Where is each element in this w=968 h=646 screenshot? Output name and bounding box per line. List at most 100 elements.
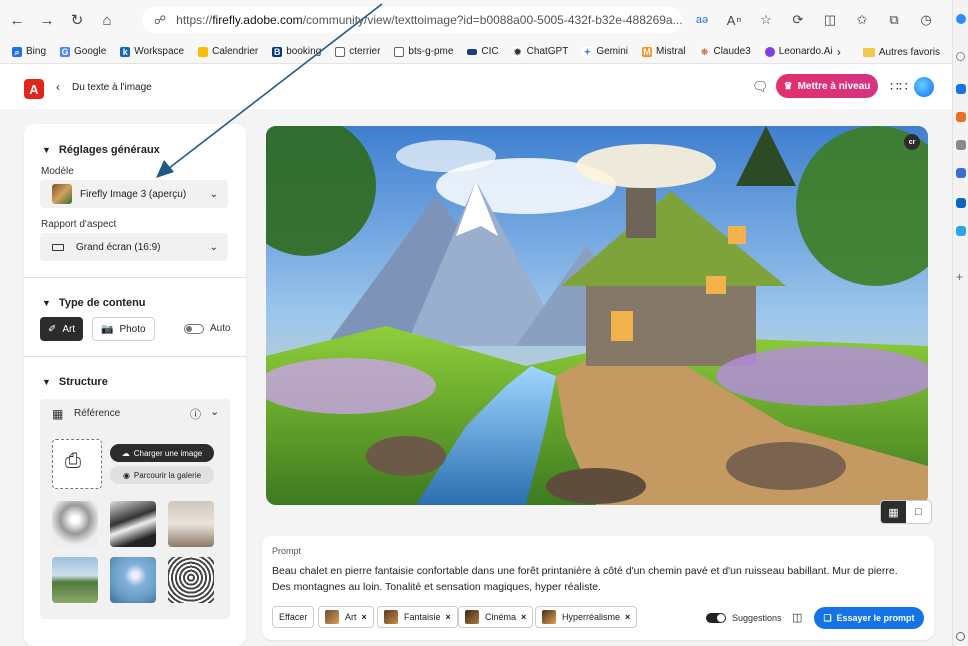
- adobe-logo-icon[interactable]: A: [24, 79, 44, 99]
- url-path: /community/view/texttoimage?id=b0088a00-…: [302, 13, 682, 27]
- bookmark-item[interactable]: ✦ Gemini: [582, 46, 628, 57]
- grid-view-icon[interactable]: ▦: [881, 501, 906, 523]
- apps-grid-icon[interactable]: ∷∷: [890, 78, 908, 95]
- address-bar[interactable]: ☍ https://firefly.adobe.com/community/vi…: [142, 7, 682, 33]
- suggestions-settings-icon[interactable]: ◫: [792, 611, 802, 624]
- auto-label: Auto: [210, 323, 231, 334]
- bookmark-item[interactable]: Calendrier: [198, 46, 258, 57]
- google-icon: G: [60, 46, 71, 57]
- crown-icon: ♛: [783, 80, 793, 92]
- model-select[interactable]: Firefly Image 3 (aperçu) ⌄: [40, 180, 228, 208]
- structure-header[interactable]: ▼ Structure: [42, 376, 108, 388]
- bookmark-item[interactable]: ❋ Claude3: [699, 46, 751, 57]
- suggestions-toggle[interactable]: [706, 613, 726, 623]
- close-icon[interactable]: ×: [362, 612, 367, 622]
- settings-icon[interactable]: [956, 632, 965, 641]
- drop-icon[interactable]: [956, 226, 966, 236]
- tag-thumbnail: [542, 610, 556, 624]
- other-bookmarks[interactable]: Autres favoris: [879, 47, 940, 58]
- upload-image-icon: ⎙: [65, 450, 81, 472]
- content-credentials-badge[interactable]: cr: [904, 134, 920, 150]
- calendar-icon: [198, 46, 209, 57]
- close-icon[interactable]: ×: [521, 612, 526, 622]
- favorite-star-icon[interactable]: ☆: [754, 9, 778, 31]
- photo-button[interactable]: 📷 Photo: [92, 317, 155, 341]
- bookmark-item[interactable]: CIC: [467, 46, 499, 57]
- text-size-icon[interactable]: A ⁿ: [722, 9, 746, 31]
- home-icon[interactable]: ⌂: [96, 9, 118, 31]
- search-sidebar-icon[interactable]: [956, 52, 965, 61]
- tag-chip[interactable]: Fantaisie ×: [377, 606, 458, 628]
- discover-icon[interactable]: [956, 84, 966, 94]
- clear-button[interactable]: Effacer: [272, 606, 315, 628]
- read-aloud-icon[interactable]: aə: [690, 9, 714, 31]
- url-domain: firefly.adobe.com: [212, 13, 303, 27]
- k-icon: k: [120, 46, 131, 57]
- bookmark-item[interactable]: G Google: [60, 46, 106, 57]
- single-view-icon[interactable]: □: [906, 501, 931, 523]
- upload-image-button[interactable]: ☁ Charger une image: [110, 444, 214, 462]
- bookmark-item[interactable]: ✹ ChatGPT: [512, 46, 568, 57]
- outlook-icon[interactable]: [956, 198, 966, 208]
- tag-chip[interactable]: Hyperréalisme ×: [535, 606, 638, 628]
- cloud-upload-icon: ☁: [121, 448, 130, 458]
- feedback-icon[interactable]: 🗨: [752, 79, 769, 95]
- aspect-select[interactable]: Grand écran (16:9) ⌄: [40, 233, 228, 261]
- refresh-icon[interactable]: ↻: [66, 9, 88, 31]
- chevron-right-icon[interactable]: ›: [837, 45, 841, 59]
- close-icon[interactable]: ×: [625, 612, 630, 622]
- prompt-label: Prompt: [272, 546, 302, 556]
- reference-thumbnail[interactable]: [110, 557, 156, 603]
- reference-thumbnail[interactable]: [168, 557, 214, 603]
- aspect-label: Rapport d'aspect: [41, 219, 117, 230]
- search-icon: ⌕: [12, 46, 22, 57]
- favorites-icon[interactable]: ✩: [850, 9, 874, 31]
- bookmark-item[interactable]: M Mistral: [642, 46, 685, 57]
- extension-icon[interactable]: ⟳: [786, 9, 810, 31]
- reference-thumbnail[interactable]: [52, 557, 98, 603]
- art-button[interactable]: ✐ Art: [40, 317, 84, 341]
- chatgpt-icon: ✹: [512, 46, 523, 57]
- site-info-icon[interactable]: ☍: [154, 13, 166, 27]
- auto-toggle[interactable]: [184, 324, 204, 334]
- page-title[interactable]: Du texte à l'image: [72, 82, 152, 93]
- reference-box: ▦ Référence ⓘ ⌄ ⎙ ☁ Charger une image ◉ Pa…: [40, 399, 230, 619]
- close-icon[interactable]: ×: [446, 612, 451, 622]
- shopping-icon[interactable]: [956, 112, 966, 122]
- back-arrow-icon[interactable]: ←: [6, 9, 28, 31]
- try-prompt-button[interactable]: ❏ Essayer le prompt: [814, 607, 924, 629]
- person-icon[interactable]: [956, 140, 966, 150]
- tools-icon[interactable]: [956, 168, 966, 178]
- upgrade-button[interactable]: ♛ Mettre à niveau: [776, 74, 878, 98]
- chevron-left-icon[interactable]: ‹: [56, 80, 60, 94]
- tag-chip[interactable]: Cinéma ×: [458, 606, 534, 628]
- split-screen-icon[interactable]: ◫: [818, 9, 842, 31]
- generated-image[interactable]: cr: [266, 126, 928, 505]
- bookmark-item[interactable]: Bbooking: [272, 46, 321, 57]
- collections-icon[interactable]: ⧉: [882, 9, 906, 31]
- model-value: Firefly Image 3 (aperçu): [80, 188, 187, 200]
- tag-chip[interactable]: Art ×: [318, 606, 374, 628]
- reference-thumbnail[interactable]: [110, 501, 156, 547]
- reference-thumbnail[interactable]: [52, 501, 98, 547]
- history-icon[interactable]: ◷: [914, 9, 938, 31]
- image-drop-zone[interactable]: ⎙: [52, 439, 102, 489]
- avatar[interactable]: [914, 77, 934, 97]
- bookmark-item[interactable]: bts-g-pme: [394, 46, 453, 57]
- prompt-input[interactable]: Beau chalet en pierre fantaisie conforta…: [272, 563, 912, 595]
- content-type-header[interactable]: ▼ Type de contenu: [42, 297, 146, 309]
- page-icon: [335, 46, 346, 57]
- browse-gallery-button[interactable]: ◉ Parcourir la galerie: [110, 466, 214, 484]
- forward-arrow-icon[interactable]: →: [36, 9, 58, 31]
- bookmark-item[interactable]: ⌕ Bing: [12, 46, 46, 57]
- info-icon[interactable]: ⓘ: [190, 406, 201, 422]
- chevron-down-icon: ▼: [42, 377, 51, 387]
- copilot-icon[interactable]: [956, 14, 966, 24]
- chevron-down-icon[interactable]: ⌄: [210, 405, 219, 418]
- add-icon[interactable]: +: [956, 271, 966, 283]
- bookmark-item[interactable]: cterrier: [335, 46, 380, 57]
- general-settings-header[interactable]: ▼ Réglages généraux: [42, 144, 160, 156]
- reference-thumbnail[interactable]: [168, 501, 214, 547]
- bookmark-item[interactable]: Leonardo.Ai: [764, 46, 833, 57]
- bookmark-item[interactable]: k Workspace: [120, 46, 184, 57]
